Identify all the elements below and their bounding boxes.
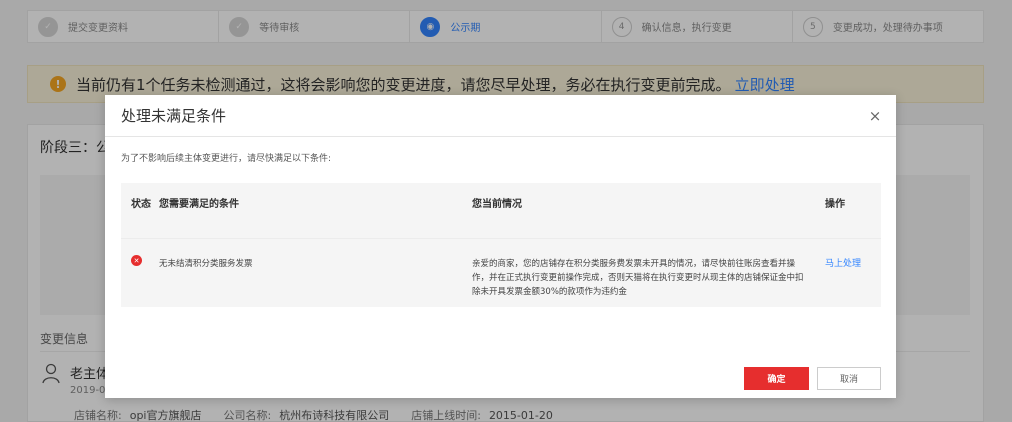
handle-now-button[interactable]: 马上处理 (825, 259, 861, 269)
header-condition: 您需要满足的条件 (159, 199, 239, 210)
current-cell: 亲爱的商家，您的店铺存在积分类服务费发票未开具的情况，请尽快前往账房查看并操作，… (472, 259, 804, 297)
dialog-title: 处理未满足条件 (121, 107, 227, 125)
dialog-intro: 为了不影响后续主体变更进行，请尽快满足以下条件: (121, 154, 332, 164)
close-icon[interactable]: × (866, 107, 884, 125)
table-header: 状态 您需要满足的条件 您当前情况 操作 (121, 183, 881, 239)
action-cell: 马上处理 (817, 239, 881, 307)
close-circle-icon: ✕ (131, 255, 142, 266)
status-cell: ✕ (121, 239, 151, 307)
condition-cell: 无未结清积分类服务发票 (159, 259, 253, 269)
conditions-dialog: 处理未满足条件 × 为了不影响后续主体变更进行，请尽快满足以下条件: 状态 您需… (105, 95, 896, 398)
table-row: ✕ 无未结清积分类服务发票 亲爱的商家，您的店铺存在积分类服务费发票未开具的情况… (121, 239, 881, 307)
header-current: 您当前情况 (472, 199, 522, 210)
dialog-header: 处理未满足条件 × (105, 95, 896, 137)
cancel-button[interactable]: 取消 (817, 367, 881, 390)
header-action: 操作 (825, 199, 845, 210)
confirm-button[interactable]: 确定 (744, 367, 809, 390)
header-status: 状态 (131, 199, 151, 210)
conditions-table: 状态 您需要满足的条件 您当前情况 操作 ✕ 无未结清积分类服务发票 亲爱的商家… (121, 183, 881, 307)
